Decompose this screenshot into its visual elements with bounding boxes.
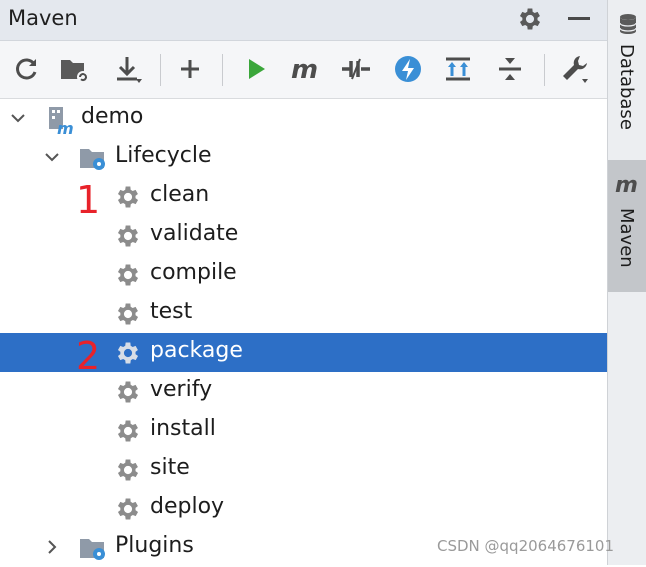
gear-icon [117, 186, 139, 208]
maven-tool-window: Maven m m demo Lifecycle clean validate … [0, 0, 607, 565]
maven-toolbar: m [0, 41, 607, 99]
project-name: demo [81, 104, 144, 129]
goal-label: verify [150, 377, 213, 402]
lifecycle-goal-site[interactable]: site [0, 450, 607, 489]
right-tool-stripe: Database m Maven [607, 0, 646, 565]
maven-m-icon: m [615, 173, 638, 196]
reload-icon[interactable] [8, 51, 44, 87]
annotation-marker-2: 2 [76, 334, 101, 378]
toolbar-separator [544, 54, 545, 86]
lifecycle-goal-install[interactable]: install [0, 411, 607, 450]
skip-tests-icon[interactable] [390, 51, 426, 87]
run-icon[interactable] [238, 51, 274, 87]
download-icon[interactable] [110, 51, 146, 87]
svg-text:m: m [615, 173, 638, 196]
goal-label: install [150, 416, 216, 441]
goal-label: site [150, 455, 190, 480]
gear-icon [117, 381, 139, 403]
sidebar-tab-label: Maven [616, 208, 637, 268]
sidebar-tab-label: Database [616, 44, 637, 130]
gear-icon[interactable] [516, 5, 544, 33]
sidebar-tab-maven[interactable]: m Maven [608, 160, 646, 292]
gear-icon [117, 459, 139, 481]
tree-node-project[interactable]: m demo [0, 99, 607, 138]
gear-icon [117, 498, 139, 520]
toggle-offline-icon[interactable] [338, 51, 374, 87]
gear-icon [117, 303, 139, 325]
chevron-down-icon[interactable] [10, 110, 26, 126]
minimize-icon[interactable] [568, 17, 590, 20]
sidebar-tab-database[interactable]: Database [608, 0, 646, 150]
tool-window-header: Maven [0, 0, 607, 41]
chevron-right-icon[interactable] [44, 539, 60, 555]
goal-label: validate [150, 221, 239, 246]
folder-gear-icon [80, 539, 105, 560]
gear-icon [117, 225, 139, 247]
gear-icon [117, 264, 139, 286]
svg-text:m: m [291, 55, 318, 85]
settings-wrench-icon[interactable] [556, 51, 592, 87]
goal-label: test [150, 299, 193, 324]
database-icon [619, 14, 637, 34]
svg-text:m: m [57, 119, 74, 135]
gear-icon [117, 342, 139, 364]
annotation-marker-1: 1 [76, 178, 101, 222]
goal-label: deploy [150, 494, 225, 519]
goal-label: clean [150, 182, 210, 207]
generate-sources-icon[interactable] [56, 51, 92, 87]
watermark-text: CSDN @qq2064676101 [437, 537, 615, 555]
tree-node-lifecycle[interactable]: Lifecycle [0, 138, 607, 177]
lifecycle-label: Lifecycle [115, 143, 212, 168]
maven-project-icon: m [49, 107, 74, 135]
show-dependencies-icon[interactable] [440, 51, 476, 87]
chevron-down-icon[interactable] [44, 149, 60, 165]
collapse-all-icon[interactable] [492, 51, 528, 87]
folder-gear-icon [80, 149, 105, 170]
maven-project-tree: m demo Lifecycle clean validate compile tes… [0, 99, 607, 565]
plugins-label: Plugins [115, 533, 194, 558]
goal-label: compile [150, 260, 237, 285]
lifecycle-goal-compile[interactable]: compile [0, 255, 607, 294]
tool-window-title: Maven [8, 6, 78, 30]
toolbar-separator [222, 54, 223, 86]
add-icon[interactable] [172, 51, 208, 87]
goal-label: package [150, 338, 243, 363]
lifecycle-goal-test[interactable]: test [0, 294, 607, 333]
lifecycle-goal-deploy[interactable]: deploy [0, 489, 607, 528]
gear-icon [117, 420, 139, 442]
execute-goal-icon[interactable]: m [288, 51, 324, 87]
toolbar-separator [160, 54, 161, 86]
